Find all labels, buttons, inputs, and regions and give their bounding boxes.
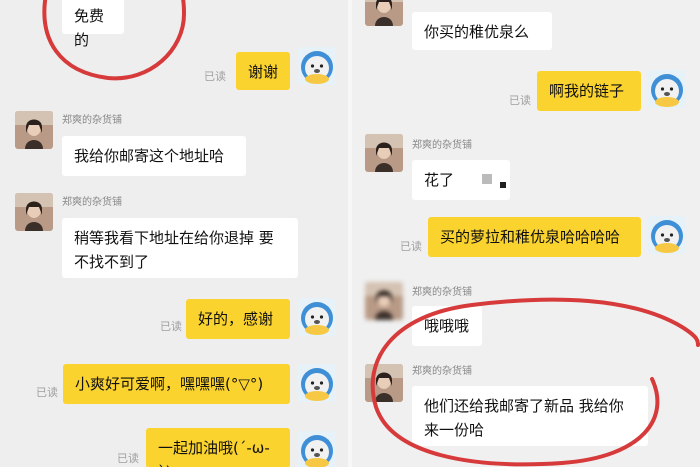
message-text: 我给你邮寄这个地址哈: [74, 147, 225, 165]
sender-name: 郑爽的杂货铺: [412, 287, 472, 298]
sender-name: 郑爽的杂货铺: [62, 197, 122, 208]
message-bubble-incoming[interactable]: 稍等我看下地址在给你退掉 要不找不到了: [62, 218, 298, 278]
seal-avatar-icon[interactable]: [298, 298, 336, 336]
message-bubble-outgoing[interactable]: 谢谢: [236, 52, 290, 90]
sender-name: 郑爽的杂货铺: [412, 366, 472, 377]
left-chat-panel: 免费的 已读 谢谢 郑爽的杂货铺 我给你邮寄这个地址哈 郑爽的杂货铺 稍等我看下…: [0, 0, 348, 467]
message-text: 哦哦哦: [424, 317, 470, 335]
chat-screenshot-collage: 免费的 已读 谢谢 郑爽的杂货铺 我给你邮寄这个地址哈 郑爽的杂货铺 稍等我看下…: [0, 0, 700, 467]
seal-avatar-icon[interactable]: [648, 70, 686, 108]
message-text: 买的萝拉和稚优泉哈哈哈哈: [440, 228, 621, 246]
read-status: 已读: [509, 94, 531, 107]
pixelated-blot: [482, 174, 492, 184]
message-text: 他们还给我邮寄了新品 我给你来一份哈: [424, 397, 624, 439]
seal-avatar-icon[interactable]: [298, 47, 336, 85]
pixelated-blot: [500, 182, 506, 188]
seal-avatar-icon[interactable]: [298, 364, 336, 402]
contact-avatar[interactable]: [365, 364, 403, 402]
contact-avatar[interactable]: [365, 0, 403, 26]
read-status: 已读: [117, 452, 139, 465]
message-text: 一起加油哦(´-ω-`): [158, 439, 270, 467]
message-bubble-outgoing[interactable]: 啊我的链子: [537, 71, 641, 111]
message-text: 花了: [424, 171, 455, 189]
read-status: 已读: [36, 386, 58, 399]
contact-avatar[interactable]: [365, 134, 403, 172]
message-text: 谢谢: [248, 63, 279, 81]
message-bubble-outgoing[interactable]: 买的萝拉和稚优泉哈哈哈哈: [428, 217, 641, 257]
seal-avatar-icon[interactable]: [648, 216, 686, 254]
read-status: 已读: [204, 70, 226, 83]
contact-avatar[interactable]: [15, 193, 53, 231]
sender-name: 郑爽的杂货铺: [62, 115, 122, 126]
message-bubble-incoming[interactable]: 他们还给我邮寄了新品 我给你来一份哈: [412, 386, 648, 446]
contact-avatar-blurred[interactable]: [365, 282, 403, 320]
contact-avatar[interactable]: [15, 111, 53, 149]
message-bubble-outgoing[interactable]: 小爽好可爱啊，嘿嘿嘿(°▽°): [63, 364, 290, 404]
message-bubble-incoming[interactable]: 我给你邮寄这个地址哈: [62, 136, 246, 176]
message-bubble-incoming[interactable]: 哦哦哦: [412, 306, 482, 346]
right-chat-panel: 你买的稚优泉么 已读 啊我的链子 郑爽的杂货铺 花了 已读 买的萝拉和稚优泉哈哈…: [352, 0, 700, 467]
read-status: 已读: [160, 320, 182, 333]
message-bubble-incoming[interactable]: 你买的稚优泉么: [412, 12, 552, 50]
read-status: 已读: [400, 240, 422, 253]
seal-avatar-icon[interactable]: [298, 431, 336, 467]
message-text: 好的，感谢: [198, 310, 274, 328]
message-bubble-incoming[interactable]: 免费的: [62, 0, 124, 49]
message-text: 你买的稚优泉么: [424, 23, 530, 41]
message-bubble-incoming[interactable]: 花了: [412, 160, 510, 200]
sender-name: 郑爽的杂货铺: [412, 140, 472, 151]
message-text: 小爽好可爱啊，嘿嘿嘿(°▽°): [75, 375, 264, 393]
message-bubble-outgoing[interactable]: 一起加油哦(´-ω-`): [146, 428, 290, 467]
message-text: 稍等我看下地址在给你退掉 要不找不到了: [74, 229, 274, 271]
message-bubble-outgoing[interactable]: 好的，感谢: [186, 299, 290, 339]
message-text: 免费的: [74, 7, 105, 49]
message-text: 啊我的链子: [549, 82, 625, 100]
annotation-circle: [42, 0, 187, 81]
